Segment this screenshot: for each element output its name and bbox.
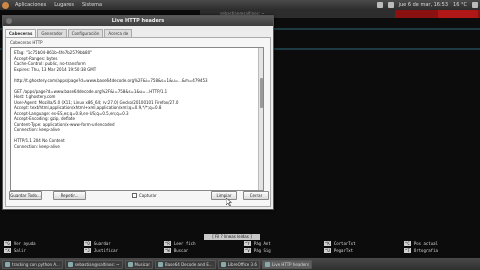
close-window-icon[interactable] [6, 18, 12, 24]
save-all-button[interactable]: Guardar Todo... [9, 191, 42, 200]
shortcut-key: ^W [164, 248, 171, 253]
shortcut-label: Justificar [93, 248, 118, 253]
shortcut-label: Pág Ant [253, 241, 271, 246]
shortcut-item: ^O Guardar [84, 241, 111, 246]
shortcut-key: ^Y [244, 241, 251, 246]
shortcut-key: ^X [4, 248, 11, 253]
top-panel: Aplicaciones Lugares Sistema jue 6 de ma… [0, 0, 480, 10]
headers-panel: Cabeceras HTTP ETag: "1c75b04-861b-4fe7b… [5, 37, 271, 207]
log-scrollbar[interactable] [258, 48, 263, 190]
shortcut-key: ^O [84, 241, 91, 246]
terminal-icon [67, 261, 73, 267]
shortcut-key: ^R [164, 241, 171, 246]
tab-about[interactable]: Acerca de [104, 29, 133, 37]
weather-temperature[interactable]: 16 °C [453, 2, 467, 8]
menu-applications[interactable]: Aplicaciones [13, 2, 48, 8]
shortcut-item: ^T Ortografía [404, 248, 438, 253]
music-icon [127, 261, 133, 267]
distro-logo-icon[interactable] [2, 1, 9, 9]
taskbar-item-label: LibreOffice 3.6 [227, 261, 257, 267]
shortcut-item: ^R Leer fich [164, 241, 196, 246]
shortcut-label: Buscar [173, 248, 189, 253]
shortcut-label: Guardar [93, 241, 111, 246]
shortcut-label: Leer fich [173, 241, 196, 246]
shortcut-key: ^V [244, 248, 251, 253]
taskbar: tracking con python A... sebastian@salti… [0, 258, 480, 270]
shortcut-item: ^V Pág Sig [244, 248, 271, 253]
repeat-button[interactable]: Repetir... [53, 191, 86, 200]
shortcut-label: Salir [13, 248, 26, 253]
dialog-titlebar[interactable]: Live HTTP headers [3, 16, 273, 26]
tab-headers[interactable]: Cabeceras [5, 29, 37, 37]
shortcut-key: ^T [404, 248, 411, 253]
menu-system[interactable]: Sistema [80, 2, 104, 8]
log-line: Connection: keep-alive [14, 143, 60, 149]
nano-status-line: [ Fil ? líneas leídas ] [204, 234, 260, 240]
shortcut-key: ^C [404, 241, 411, 246]
taskbar-item[interactable]: LibreOffice 3.6 [217, 259, 260, 269]
shortcut-label: Ortografía [413, 248, 438, 253]
tab-generator[interactable]: Generador [37, 29, 67, 37]
firefox-icon [5, 261, 10, 267]
log-lines: ETag: "1c75b04-861b-4fe7b2579bb80" Accep… [14, 50, 258, 149]
firefox-icon [157, 261, 163, 267]
close-button[interactable]: Cerrar [243, 191, 269, 200]
shortcut-key: ^K [324, 241, 331, 246]
capture-toggle[interactable]: Capturar [132, 193, 157, 198]
nano-shortcut-bar: ^G Ver ayuda ^X Salir ^O Guardar ^J Justific… [4, 241, 480, 257]
clear-button[interactable]: Limpiar [211, 191, 237, 200]
shortcut-item: ^G Ver ayuda [4, 241, 36, 246]
capture-label: Capturar [139, 193, 157, 198]
shortcut-item: ^Y Pág Ant [244, 241, 271, 246]
live-http-headers-dialog[interactable]: Live HTTP headers Cabeceras Generador Co… [2, 15, 274, 210]
shortcut-item: ^C Pos actual [404, 241, 438, 246]
shortcut-label: Ver ayuda [13, 241, 36, 246]
headers-log[interactable]: ETag: "1c75b04-861b-4fe7b2579bb80" Accep… [10, 47, 264, 191]
network-icon[interactable] [376, 2, 383, 8]
taskbar-item-label: Live HTTP headers [271, 261, 310, 267]
capture-checkbox[interactable] [132, 193, 137, 198]
taskbar-item[interactable]: tracking con python A... [2, 259, 63, 269]
clock[interactable]: jue 6 de mar, 16:53 [399, 2, 448, 8]
taskbar-item[interactable]: Live HTTP headers [261, 259, 313, 269]
scrollbar-thumb[interactable] [260, 78, 263, 108]
taskbar-item[interactable]: sebastian@saltinos: ~ [64, 259, 123, 269]
terminal-active-tab[interactable] [438, 10, 478, 18]
shortcut-key: ^J [84, 248, 91, 253]
dialog-title: Live HTTP headers [111, 18, 165, 24]
menu-places[interactable]: Lugares [52, 2, 76, 8]
shortcut-label: Pág Sig [253, 248, 271, 253]
shortcut-item: ^K CortarTxt [324, 241, 356, 246]
tab-bar: Cabeceras Generador Configuración Acerca… [5, 29, 133, 37]
power-icon[interactable] [472, 2, 478, 8]
libreoffice-icon [220, 261, 226, 267]
shortcut-item: ^U PegarTxt [324, 248, 353, 253]
taskbar-item-label: sebastian@saltinos: ~ [74, 261, 120, 267]
mouse-cursor-icon [226, 198, 232, 206]
shortcut-key: ^U [324, 248, 331, 253]
volume-icon[interactable] [387, 2, 394, 8]
panel-title: Cabeceras HTTP [10, 40, 43, 45]
shortcut-label: Pos actual [413, 241, 438, 246]
shortcut-label: PegarTxt [333, 248, 354, 253]
shortcut-item: ^X Salir [4, 248, 26, 253]
window-icon [264, 261, 270, 267]
taskbar-item[interactable]: Base64 Decode and E... [154, 259, 216, 269]
tab-configuration[interactable]: Configuración [67, 29, 104, 37]
taskbar-item[interactable]: Musicar [124, 259, 153, 269]
taskbar-item-label: Base64 Decode and E... [164, 261, 213, 267]
shortcut-item: ^J Justificar [84, 248, 118, 253]
shortcut-item: ^W Buscar [164, 248, 188, 253]
shortcut-key: ^G [4, 241, 11, 246]
taskbar-item-label: tracking con python A... [12, 261, 60, 267]
taskbar-item-label: Musicar [134, 261, 150, 267]
shortcut-label: CortarTxt [333, 241, 356, 246]
